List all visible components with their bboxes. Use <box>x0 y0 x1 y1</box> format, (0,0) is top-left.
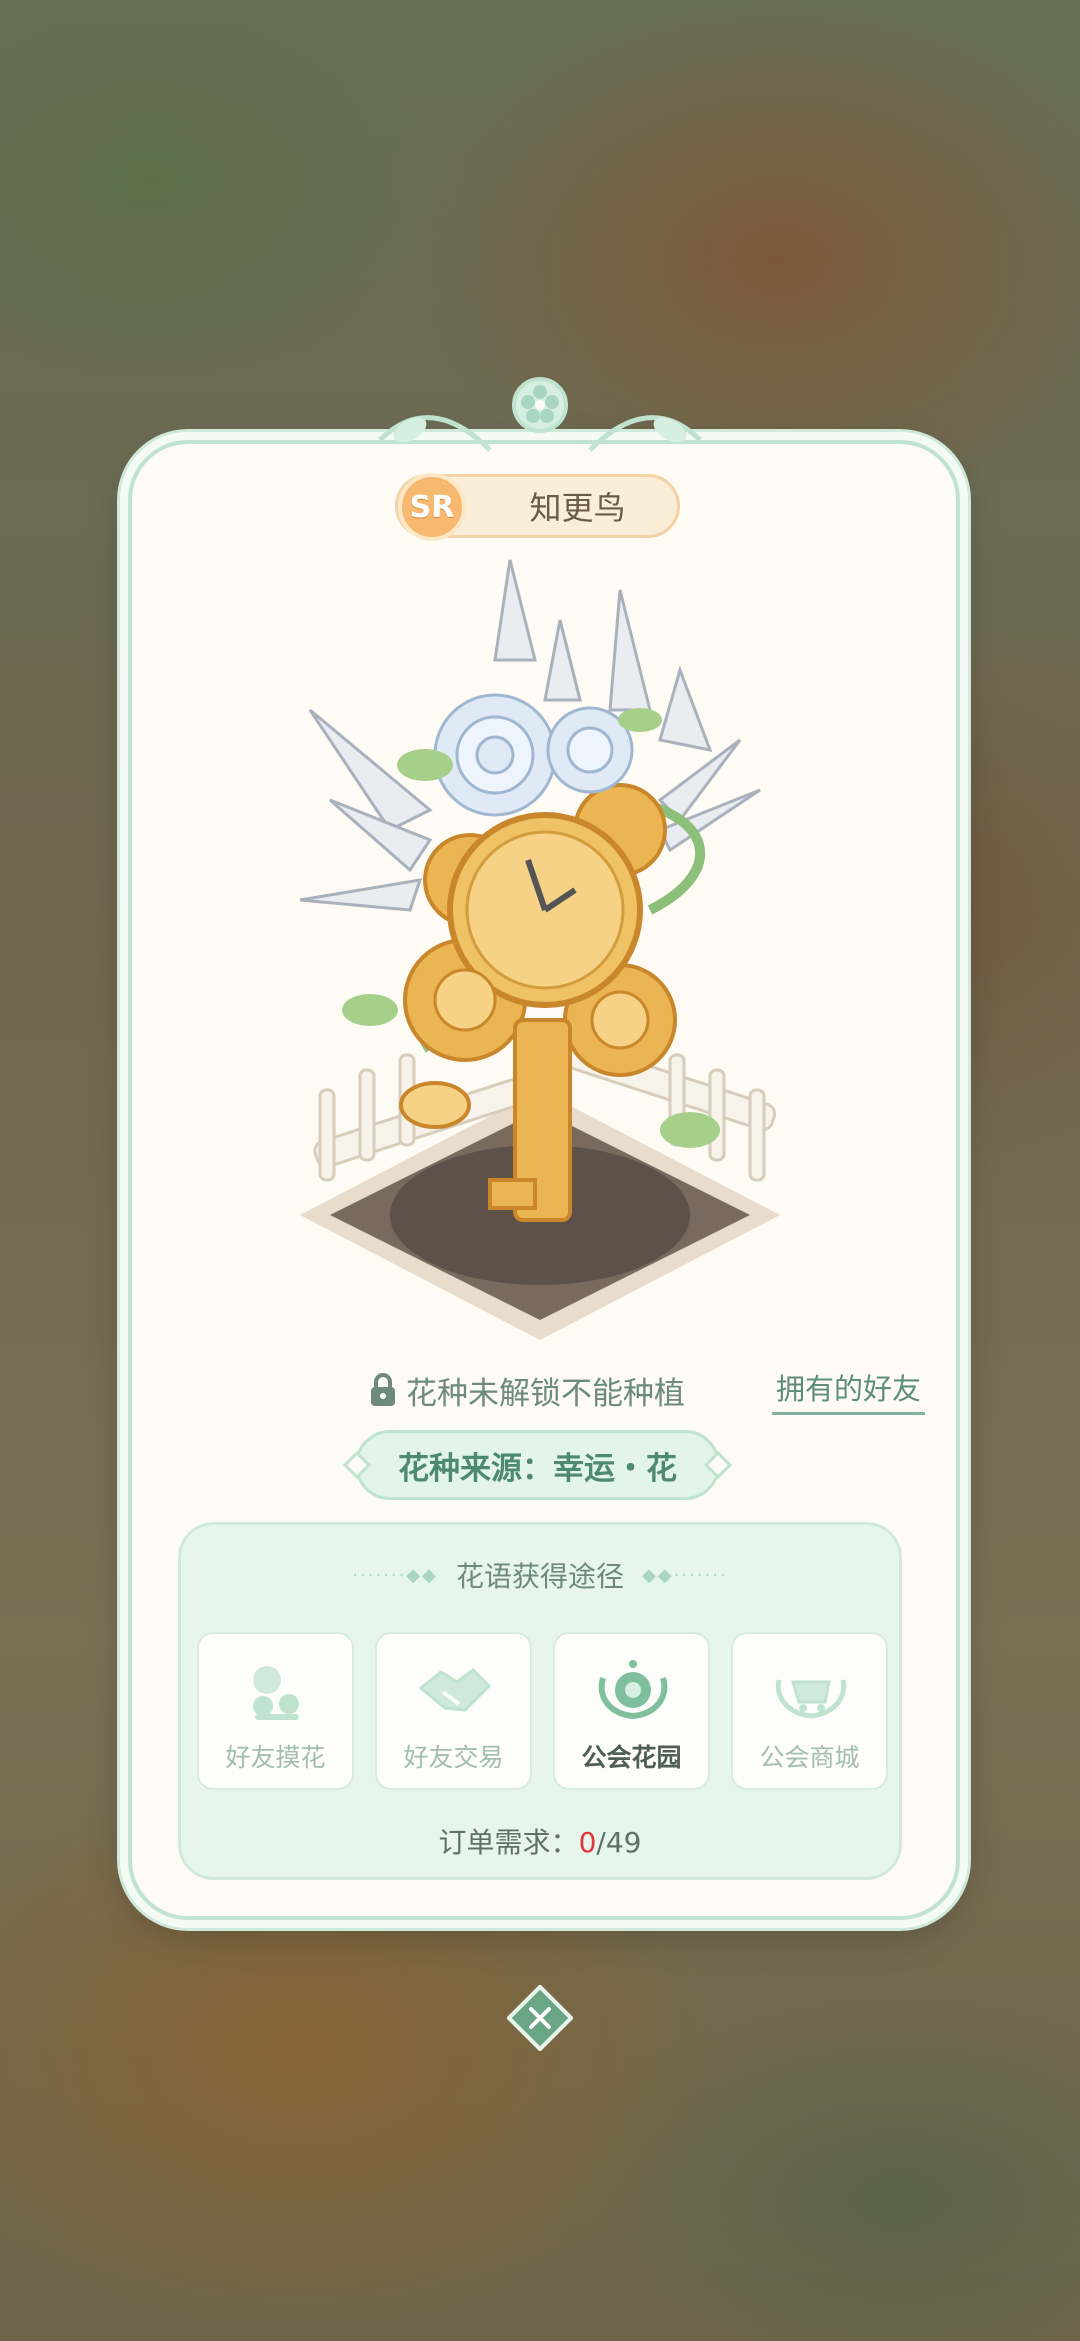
flower-name: 知更鸟 <box>529 489 626 527</box>
friend-flower-icon <box>253 1666 299 1720</box>
lock-status-text: 花种未解锁不能种植 <box>406 1375 685 1412</box>
flower-name-pill: SR 知更鸟 <box>395 473 680 541</box>
guild-garden-icon <box>598 1660 668 1720</box>
owned-friends-link[interactable]: 拥有的好友 <box>772 1362 926 1415</box>
order-label: 订单需求： <box>438 1826 579 1859</box>
method-guild-shop[interactable]: 公会商城 <box>731 1632 888 1790</box>
flower-illustration <box>299 559 780 1340</box>
order-requirement: 订单需求：0/49 <box>181 1821 899 1861</box>
method-friend-flower[interactable]: 好友摸花 <box>197 1632 354 1790</box>
seed-source-text: 花种来源：幸运・花 <box>398 1450 677 1487</box>
title-right-ornament: ◆◆······· <box>642 1564 728 1586</box>
card-crest-ornament <box>378 377 702 452</box>
title-left-ornament: ·······◆◆ <box>352 1564 438 1586</box>
method-label: 公会花园 <box>581 1743 682 1772</box>
method-friend-trade[interactable]: 好友交易 <box>375 1632 532 1790</box>
acquisition-methods: 好友摸花 好友交易 公会花园 公会商城 <box>197 1632 889 1790</box>
rarity-badge: SR <box>398 473 466 541</box>
order-total: /49 <box>596 1826 642 1859</box>
lock-status: 花种未解锁不能种植 <box>370 1365 685 1415</box>
handshake-icon <box>418 1668 492 1712</box>
method-label: 好友摸花 <box>225 1743 326 1772</box>
guild-shop-icon <box>775 1679 847 1719</box>
method-label: 公会商城 <box>759 1743 860 1772</box>
lock-icon <box>371 1373 395 1406</box>
acquisition-title-text: 花语获得途径 <box>455 1560 624 1593</box>
close-button[interactable] <box>507 1985 573 2051</box>
seed-source-pill: 花种来源：幸运・花 <box>355 1430 720 1500</box>
method-guild-garden[interactable]: 公会花园 <box>553 1632 710 1790</box>
method-label: 好友交易 <box>403 1743 504 1772</box>
order-current: 0 <box>578 1826 597 1859</box>
acquisition-panel: ·······◆◆ 花语获得途径 ◆◆······· 好友摸花 好友交易 公会花… <box>178 1522 902 1880</box>
acquisition-title: ·······◆◆ 花语获得途径 ◆◆······· <box>181 1555 899 1595</box>
